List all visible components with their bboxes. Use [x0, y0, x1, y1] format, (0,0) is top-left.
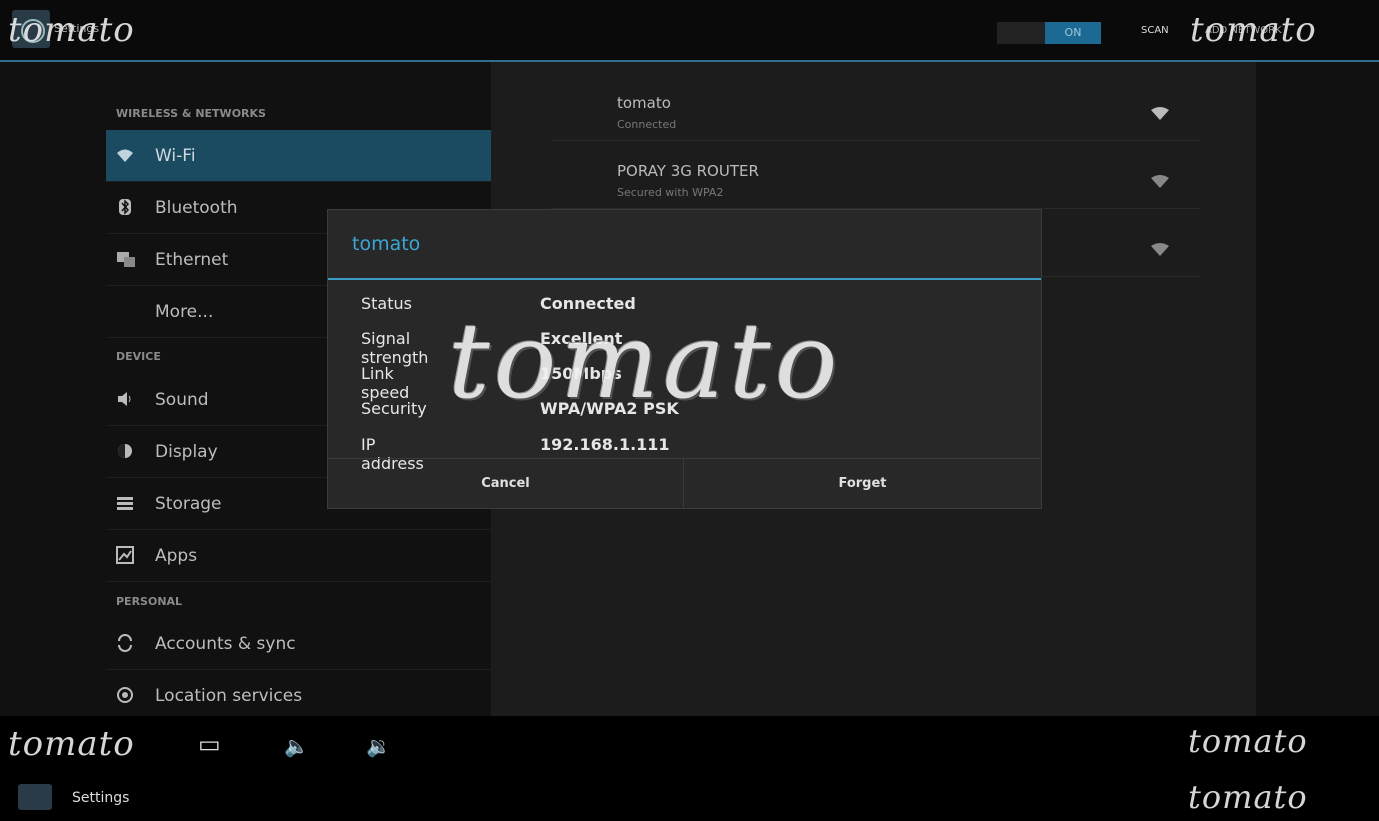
- sidebar-item-label: Wi-Fi: [155, 146, 196, 166]
- forget-button[interactable]: Forget: [684, 458, 1041, 509]
- network-ssid: PORAY 3G ROUTER: [617, 162, 759, 180]
- wifi-signal-icon: [1151, 107, 1169, 120]
- watermark-bottom-right: tomato: [1188, 722, 1308, 760]
- settings-launcher-icon[interactable]: [18, 784, 52, 810]
- sidebar-item-label: Bluetooth: [155, 198, 238, 218]
- wifi-signal-icon: [1151, 175, 1169, 188]
- wifi-icon: [116, 146, 134, 164]
- watermark-center: tomato: [448, 300, 842, 422]
- wifi-toggle-on[interactable]: ON: [1045, 22, 1101, 44]
- settings-label: Settings: [72, 790, 130, 806]
- cancel-button[interactable]: Cancel: [328, 458, 684, 509]
- network-ssid: tomato: [617, 94, 671, 112]
- section-header-personal: PERSONAL: [116, 595, 183, 608]
- apps-icon: [116, 546, 134, 564]
- wifi-toggle[interactable]: ON: [997, 22, 1101, 44]
- network-item-poray[interactable]: PORAY 3G ROUTER Secured with WPA2: [551, 140, 1201, 209]
- action-bar: Settings ON SCAN ADD NETWORK: [0, 0, 1379, 62]
- detail-key: Status: [361, 294, 412, 313]
- bluetooth-icon: [116, 198, 134, 216]
- sidebar-item-label: Display: [155, 442, 218, 462]
- sidebar-item-label: Apps: [155, 546, 198, 566]
- sidebar-item-accounts-sync[interactable]: Accounts & sync: [106, 618, 491, 670]
- storage-icon: [116, 494, 134, 512]
- watermark-top-right: tomato: [1190, 10, 1317, 50]
- volume-down-icon[interactable]: 🔈: [284, 734, 309, 758]
- recent-apps-icon[interactable]: ▭: [198, 730, 221, 758]
- detail-value: 192.168.1.111: [540, 435, 670, 454]
- dialog-title-bar: tomato: [328, 210, 1041, 280]
- network-status: Connected: [617, 118, 677, 131]
- sidebar-item-label: Location services: [155, 686, 303, 706]
- display-icon: [116, 442, 134, 460]
- section-header-device: DEVICE: [116, 350, 161, 363]
- network-status: Secured with WPA2: [617, 186, 724, 199]
- detail-key: Security: [361, 399, 427, 418]
- detail-key: Link speed: [361, 364, 410, 402]
- sidebar-item-label: Ethernet: [155, 250, 229, 270]
- sidebar-item-location[interactable]: Location services: [106, 670, 491, 722]
- speaker-icon: [116, 390, 134, 408]
- sidebar-item-label: Accounts & sync: [155, 634, 296, 654]
- sidebar-item-label: Sound: [155, 390, 209, 410]
- sidebar-item-wifi[interactable]: Wi-Fi: [106, 130, 491, 182]
- sync-icon: [116, 634, 134, 652]
- scan-button[interactable]: SCAN: [1141, 25, 1169, 36]
- watermark-bottom-left: tomato: [8, 724, 135, 764]
- section-header-wireless: WIRELESS & NETWORKS: [116, 107, 266, 120]
- watermark-bottom-right-2: tomato: [1188, 778, 1308, 816]
- watermark-top-left: tomato: [8, 10, 135, 50]
- wifi-signal-icon: [1151, 243, 1169, 256]
- dialog-title: tomato: [352, 233, 421, 255]
- sidebar-item-label: Storage: [155, 494, 222, 514]
- network-item-tomato[interactable]: tomato Connected: [551, 72, 1201, 141]
- sidebar-item-apps[interactable]: Apps: [106, 530, 491, 582]
- ethernet-icon: [116, 250, 135, 268]
- detail-key: Signal strength: [361, 329, 429, 367]
- volume-up-icon[interactable]: 🔉: [366, 734, 391, 758]
- location-icon: [116, 686, 134, 704]
- sidebar-item-label: More...: [155, 302, 214, 322]
